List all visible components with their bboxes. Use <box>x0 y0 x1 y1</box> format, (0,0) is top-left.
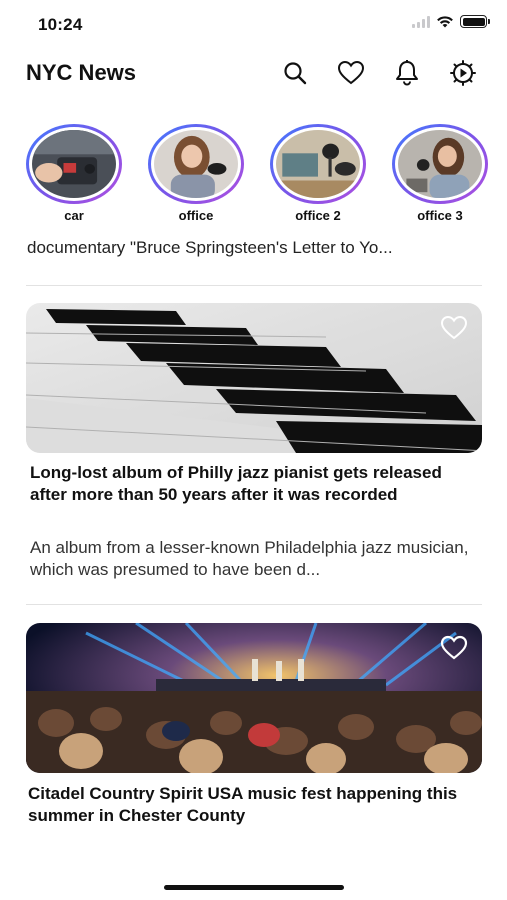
article-image[interactable] <box>26 623 482 773</box>
article-title[interactable]: Citadel Country Spirit USA music fest ha… <box>28 783 478 827</box>
story-thumbnail <box>276 130 360 198</box>
cellular-signal-icon <box>412 15 430 28</box>
search-icon <box>284 62 307 85</box>
story-thumbnail <box>398 130 482 198</box>
story-office[interactable]: office <box>146 124 246 223</box>
favorite-button[interactable] <box>440 635 468 661</box>
bell-icon <box>396 60 418 86</box>
story-ring <box>148 124 244 204</box>
status-icons <box>412 15 490 28</box>
story-label: office 3 <box>417 208 463 223</box>
story-thumbnail <box>154 130 238 198</box>
article-teaser[interactable]: documentary "Bruce Springsteen's Letter … <box>27 238 487 258</box>
piano-keys-image <box>26 303 482 453</box>
story-label: office 2 <box>295 208 341 223</box>
app-header: NYC News <box>0 52 507 96</box>
favorites-button[interactable] <box>336 58 366 88</box>
heart-icon <box>337 60 365 85</box>
home-indicator[interactable] <box>164 885 344 890</box>
heart-icon <box>440 635 468 660</box>
article-title[interactable]: Long-lost album of Philly jazz pianist g… <box>30 462 480 506</box>
page-title: NYC News <box>26 60 137 85</box>
story-office-2[interactable]: office 2 <box>268 124 368 223</box>
article-image[interactable] <box>26 303 482 453</box>
stories-row: car office office 2 office 3 <box>0 124 507 234</box>
favorite-button[interactable] <box>440 315 468 341</box>
heart-icon <box>440 315 468 340</box>
notifications-button[interactable] <box>392 58 422 88</box>
story-thumbnail <box>32 130 116 198</box>
story-office-3[interactable]: office 3 <box>390 124 490 223</box>
story-ring <box>26 124 122 204</box>
battery-icon <box>460 15 490 28</box>
search-button[interactable] <box>280 58 310 88</box>
story-car[interactable]: car <box>24 124 124 223</box>
status-time: 10:24 <box>38 15 83 34</box>
divider <box>26 604 482 605</box>
concert-crowd-image <box>26 623 482 773</box>
settings-icon <box>450 60 476 86</box>
story-ring <box>392 124 488 204</box>
settings-button[interactable] <box>448 58 478 88</box>
divider <box>26 285 482 286</box>
story-label: office <box>178 208 214 223</box>
status-bar: 10:24 <box>0 0 507 50</box>
story-label: car <box>64 208 84 223</box>
wifi-icon <box>437 16 453 28</box>
article-description: An album from a lesser-known Philadelphi… <box>30 538 469 579</box>
story-ring <box>270 124 366 204</box>
